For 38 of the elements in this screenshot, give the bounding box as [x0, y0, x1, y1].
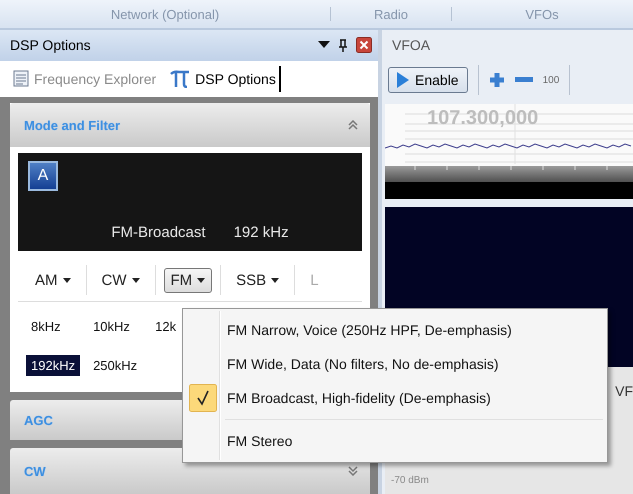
mode-button[interactable]: SSB — [229, 268, 286, 292]
vfo-badge: A — [28, 161, 58, 191]
menu-item[interactable]: FM Wide, Data (No filters, No de-emphasis) — [185, 347, 605, 381]
expand-icon[interactable] — [348, 466, 358, 476]
menu-item[interactable]: FM Stereo — [185, 424, 605, 458]
caret-icon — [132, 278, 140, 282]
bandwidth-text: 192 kHz — [234, 224, 289, 241]
mode-button[interactable]: CW — [94, 268, 146, 292]
enable-button[interactable]: Enable — [388, 67, 468, 93]
panel-title: DSP Options — [10, 37, 92, 54]
caret-icon — [197, 278, 206, 282]
mode-button[interactable]: AM — [28, 268, 78, 292]
document-icon — [13, 70, 29, 88]
menu-item[interactable]: FM Narrow, Voice (250Hz HPF, De-emphasis) — [185, 313, 605, 347]
caret-icon — [62, 278, 70, 282]
step-label: 100 — [542, 74, 560, 86]
frequency-readout: 107.300,000 — [427, 107, 538, 129]
play-icon — [397, 72, 409, 88]
filter-option[interactable]: 192kHz — [26, 355, 80, 376]
dropdown-icon[interactable] — [318, 41, 330, 50]
minus-icon[interactable] — [514, 77, 533, 83]
caret-icon — [271, 278, 280, 282]
mode-text: FM-Broadcast — [111, 224, 206, 241]
filter-option[interactable]: 12k — [150, 316, 182, 337]
pi-icon — [170, 70, 190, 88]
filter-option[interactable]: 250kHz — [88, 355, 142, 376]
collapse-icon[interactable] — [348, 120, 358, 130]
filter-option[interactable]: 10kHz — [88, 316, 142, 337]
panel-tab[interactable]: DSP Options — [167, 66, 281, 92]
plus-icon[interactable] — [488, 72, 505, 88]
axis-label: -70 dBm — [391, 475, 430, 486]
filter-option[interactable]: 8kHz — [26, 316, 80, 337]
close-icon[interactable] — [356, 37, 372, 54]
mode-button[interactable]: FM — [164, 268, 212, 292]
panel-label: VF — [615, 383, 633, 399]
panel-title: VFOA — [391, 36, 432, 55]
pin-icon[interactable] — [338, 38, 348, 52]
menu-item[interactable]: FM Broadcast, High-fidelity (De-emphasis) — [185, 381, 605, 415]
